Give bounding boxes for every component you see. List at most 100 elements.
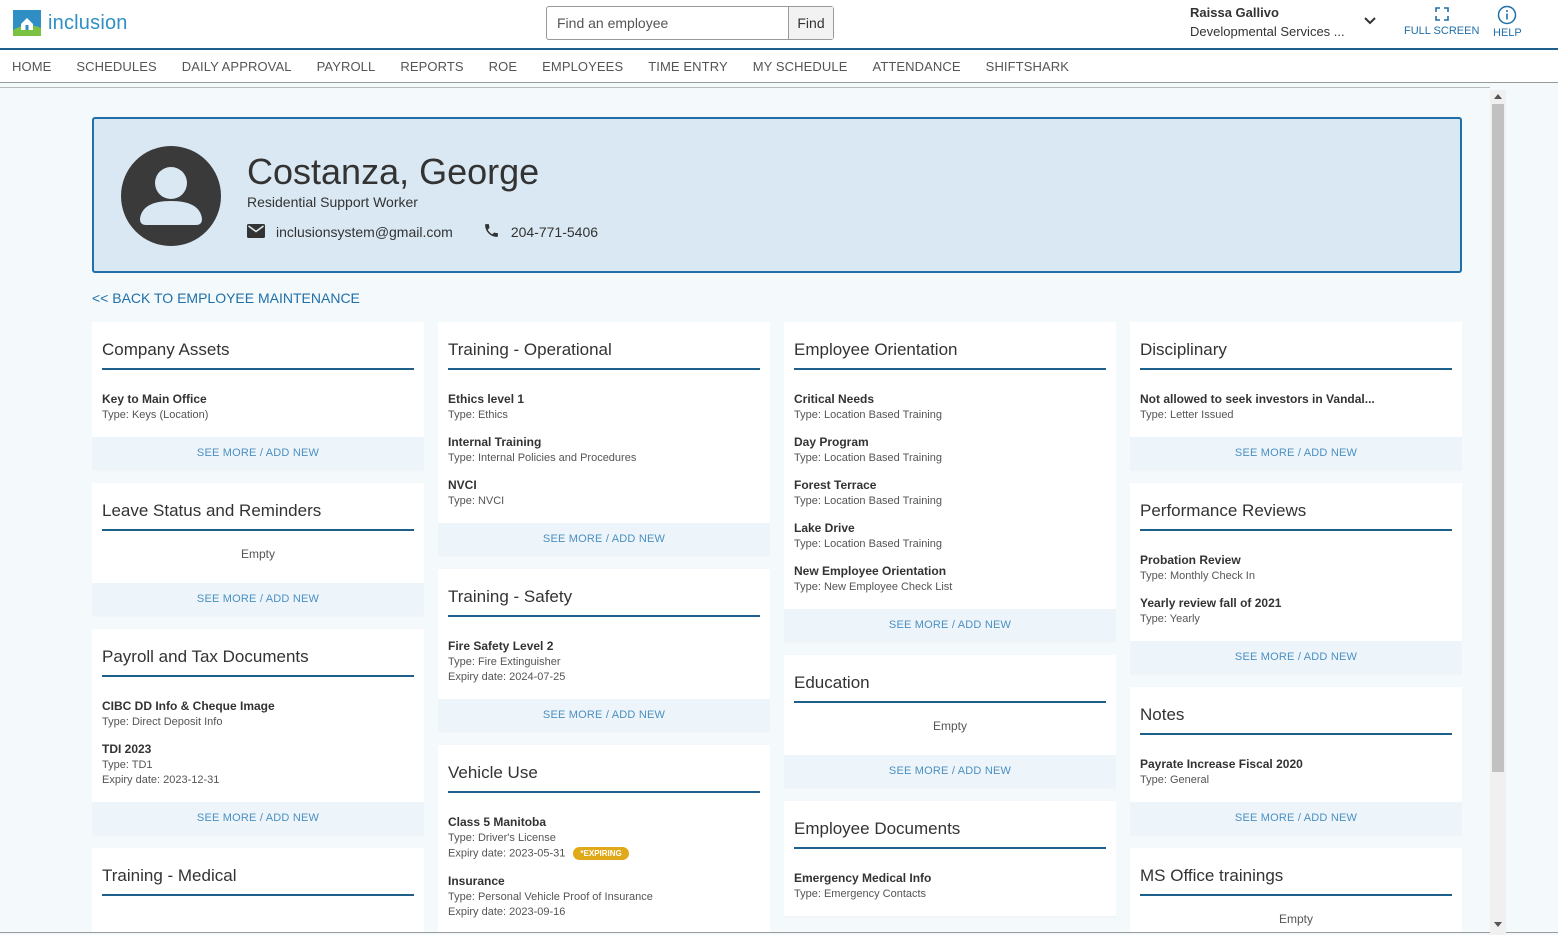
card-training-operational: Training - Operational Ethics level 1 Ty… <box>438 322 770 555</box>
card-title: Education <box>794 673 870 692</box>
card-title: Payroll and Tax Documents <box>102 647 309 666</box>
card-title: Leave Status and Reminders <box>102 501 322 520</box>
list-item[interactable]: Key to Main Office Type: Keys (Location) <box>102 392 414 421</box>
employee-email[interactable]: inclusionsystem@gmail.com <box>276 224 453 240</box>
list-item[interactable]: Internal Training Type: Internal Policie… <box>448 435 760 464</box>
item-type: Type: New Employee Check List <box>794 581 953 593</box>
employee-phone: 204-771-5406 <box>483 222 598 242</box>
item-expiry: Expiry date: 2023-09-16 <box>448 906 566 918</box>
card-disciplinary: Disciplinary Not allowed to seek investo… <box>1130 322 1462 469</box>
back-to-employee-maintenance-link[interactable]: << BACK TO EMPLOYEE MAINTENANCE <box>92 290 360 306</box>
nav-shiftshark[interactable]: SHIFTSHARK <box>986 59 1069 74</box>
chevron-down-icon[interactable] <box>1363 14 1377 28</box>
item-type: Type: Location Based Training <box>794 452 942 464</box>
card-company-assets: Company Assets Key to Main Office Type: … <box>92 322 424 469</box>
item-name: TDI 2023 <box>102 742 152 756</box>
nav-employees[interactable]: EMPLOYEES <box>542 59 623 74</box>
empty-state: Empty <box>932 719 967 733</box>
card-performance-reviews: Performance Reviews Probation Review Typ… <box>1130 483 1462 673</box>
list-item[interactable]: Payrate Increase Fiscal 2020 Type: Gener… <box>1140 757 1452 786</box>
card-education: Education Empty SEE MORE / ADD NEW <box>784 655 1116 787</box>
empty-state: Empty <box>1278 912 1313 926</box>
see-more-add-new-link[interactable]: SEE MORE / ADD NEW <box>1130 802 1462 834</box>
nav-reports[interactable]: REPORTS <box>400 59 463 74</box>
list-item[interactable]: Insurance Type: Personal Vehicle Proof o… <box>448 874 760 918</box>
list-item[interactable]: Lake Drive Type: Location Based Training <box>794 521 1106 550</box>
full-screen-button[interactable]: FULL SCREEN <box>1404 5 1479 37</box>
card-title: Notes <box>1140 705 1185 724</box>
see-more-add-new-link[interactable]: SEE MORE / ADD NEW <box>1130 437 1462 469</box>
list-item[interactable]: CIBC DD Info & Cheque Image Type: Direct… <box>102 699 414 728</box>
card-title: MS Office trainings <box>1140 866 1284 885</box>
item-name: Payrate Increase Fiscal 2020 <box>1140 757 1303 771</box>
user-menu[interactable]: Raissa Gallivo Developmental Services ..… <box>1190 5 1345 39</box>
column-2: Training - Operational Ethics level 1 Ty… <box>438 322 770 932</box>
see-more-add-new-link[interactable]: SEE MORE / ADD NEW <box>784 609 1116 641</box>
scroll-down-arrow-icon[interactable] <box>1494 922 1502 927</box>
item-type: Type: Direct Deposit Info <box>102 716 223 728</box>
scrollbar[interactable] <box>1490 90 1506 935</box>
card-title: Training - Medical <box>102 866 237 885</box>
card-title: Training - Safety <box>448 587 573 606</box>
card-title: Disciplinary <box>1140 340 1227 359</box>
list-item[interactable]: Ethics level 1 Type: Ethics <box>448 392 760 421</box>
see-more-add-new-link[interactable]: SEE MORE / ADD NEW <box>438 523 770 555</box>
list-item[interactable]: TDI 2023 Type: TD1 Expiry date: 2023-12-… <box>102 742 414 786</box>
search-input[interactable] <box>547 7 788 39</box>
find-button[interactable]: Find <box>788 7 833 39</box>
list-item[interactable]: Emergency Medical Info Type: Emergency C… <box>794 871 1106 900</box>
user-name: Raissa Gallivo <box>1190 5 1279 20</box>
list-item[interactable]: New Employee Orientation Type: New Emplo… <box>794 564 1106 593</box>
list-item[interactable]: Day Program Type: Location Based Trainin… <box>794 435 1106 464</box>
nav-divider <box>0 87 1490 88</box>
card-title: Training - Operational <box>448 340 612 359</box>
item-expiry: Expiry date: 2023-12-31 <box>102 774 220 786</box>
column-3: Employee Orientation Critical Needs Type… <box>784 322 1116 930</box>
nav-daily-approval[interactable]: DAILY APPROVAL <box>182 59 292 74</box>
item-expiry: Expiry date: 2024-07-25 <box>448 671 566 683</box>
see-more-add-new-link[interactable]: SEE MORE / ADD NEW <box>92 802 424 834</box>
item-type: Type: Location Based Training <box>794 538 942 550</box>
list-item[interactable]: Class 5 Manitoba Type: Driver's License … <box>448 815 760 860</box>
see-more-add-new-link[interactable]: SEE MORE / ADD NEW <box>438 699 770 731</box>
item-type: Type: Keys (Location) <box>102 409 209 421</box>
nav-home[interactable]: HOME <box>12 59 51 74</box>
card-employee-documents: Employee Documents Emergency Medical Inf… <box>784 801 1116 916</box>
nav-time-entry[interactable]: TIME ENTRY <box>648 59 728 74</box>
scroll-up-arrow-icon[interactable] <box>1494 94 1502 99</box>
item-type: Type: Ethics <box>448 409 508 421</box>
list-item[interactable]: NVCI Type: NVCI <box>448 478 760 507</box>
scrollbar-thumb[interactable] <box>1492 104 1504 772</box>
see-more-add-new-link[interactable]: SEE MORE / ADD NEW <box>784 755 1116 787</box>
list-item[interactable]: Probation Review Type: Monthly Check In <box>1140 553 1452 582</box>
item-name: Fire Safety Level 2 <box>448 639 554 653</box>
main-nav: HOME SCHEDULES DAILY APPROVAL PAYROLL RE… <box>0 50 1558 83</box>
item-name: Emergency Medical Info <box>794 871 932 885</box>
card-title: Performance Reviews <box>1140 501 1307 520</box>
item-name: Key to Main Office <box>102 392 207 406</box>
employee-phone-number[interactable]: 204-771-5406 <box>511 224 598 240</box>
nav-payroll[interactable]: PAYROLL <box>317 59 376 74</box>
item-name: Not allowed to seek investors in Vandal.… <box>1140 392 1375 406</box>
nav-attendance[interactable]: ATTENDANCE <box>873 59 961 74</box>
app-logo[interactable]: inclusion <box>12 8 128 38</box>
avatar-icon <box>120 145 222 247</box>
item-type: Type: Driver's License <box>448 832 556 844</box>
expiring-badge: *EXPIRING <box>573 847 629 860</box>
see-more-add-new-link[interactable]: SEE MORE / ADD NEW <box>92 583 424 615</box>
list-item[interactable]: Fire Safety Level 2 Type: Fire Extinguis… <box>448 639 760 683</box>
card-training-medical: Training - Medical <box>92 848 424 932</box>
list-item[interactable]: Not allowed to seek investors in Vandal.… <box>1140 392 1452 421</box>
item-type: Type: Personal Vehicle Proof of Insuranc… <box>448 891 653 903</box>
nav-schedules[interactable]: SCHEDULES <box>76 59 156 74</box>
help-button[interactable]: HELP <box>1493 5 1522 39</box>
help-label: HELP <box>1493 27 1522 39</box>
nav-my-schedule[interactable]: MY SCHEDULE <box>753 59 848 74</box>
see-more-add-new-link[interactable]: SEE MORE / ADD NEW <box>1130 641 1462 673</box>
list-item[interactable]: Yearly review fall of 2021 Type: Yearly <box>1140 596 1452 625</box>
list-item[interactable]: Forest Terrace Type: Location Based Trai… <box>794 478 1106 507</box>
nav-roe[interactable]: ROE <box>489 59 517 74</box>
list-item[interactable]: Critical Needs Type: Location Based Trai… <box>794 392 1106 421</box>
logo-house-icon <box>12 8 42 38</box>
see-more-add-new-link[interactable]: SEE MORE / ADD NEW <box>92 437 424 469</box>
